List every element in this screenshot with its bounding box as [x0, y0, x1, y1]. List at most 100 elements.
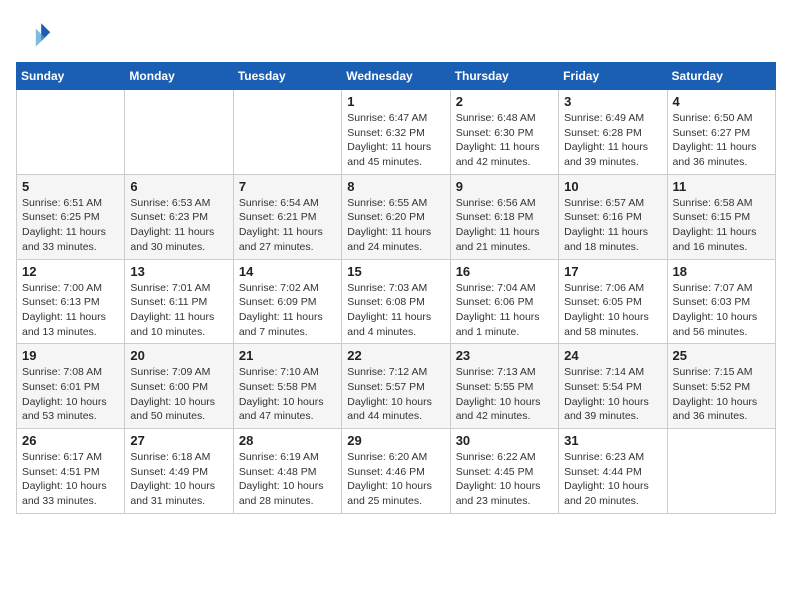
- day-info: Sunrise: 7:00 AM Sunset: 6:13 PM Dayligh…: [22, 281, 119, 340]
- day-number: 27: [130, 433, 227, 448]
- day-info: Sunrise: 6:20 AM Sunset: 4:46 PM Dayligh…: [347, 450, 444, 509]
- day-number: 15: [347, 264, 444, 279]
- day-info: Sunrise: 6:58 AM Sunset: 6:15 PM Dayligh…: [673, 196, 770, 255]
- calendar-cell: 30 Sunrise: 6:22 AM Sunset: 4:45 PM Dayli…: [450, 429, 558, 514]
- calendar-cell: [125, 90, 233, 175]
- weekday-header-sunday: Sunday: [17, 63, 125, 90]
- day-number: 9: [456, 179, 553, 194]
- day-info: Sunrise: 7:04 AM Sunset: 6:06 PM Dayligh…: [456, 281, 553, 340]
- calendar-cell: 4 Sunrise: 6:50 AM Sunset: 6:27 PM Daylig…: [667, 90, 775, 175]
- day-number: 12: [22, 264, 119, 279]
- calendar-cell: 12 Sunrise: 7:00 AM Sunset: 6:13 PM Dayli…: [17, 259, 125, 344]
- day-number: 14: [239, 264, 336, 279]
- calendar-cell: 16 Sunrise: 7:04 AM Sunset: 6:06 PM Dayli…: [450, 259, 558, 344]
- calendar-cell: [17, 90, 125, 175]
- day-number: 10: [564, 179, 661, 194]
- calendar-cell: 9 Sunrise: 6:56 AM Sunset: 6:18 PM Daylig…: [450, 174, 558, 259]
- calendar-cell: 31 Sunrise: 6:23 AM Sunset: 4:44 PM Dayli…: [559, 429, 667, 514]
- weekday-header-friday: Friday: [559, 63, 667, 90]
- calendar-cell: 20 Sunrise: 7:09 AM Sunset: 6:00 PM Dayli…: [125, 344, 233, 429]
- day-number: 17: [564, 264, 661, 279]
- calendar-cell: 2 Sunrise: 6:48 AM Sunset: 6:30 PM Daylig…: [450, 90, 558, 175]
- day-info: Sunrise: 6:51 AM Sunset: 6:25 PM Dayligh…: [22, 196, 119, 255]
- day-info: Sunrise: 7:15 AM Sunset: 5:52 PM Dayligh…: [673, 365, 770, 424]
- day-info: Sunrise: 6:48 AM Sunset: 6:30 PM Dayligh…: [456, 111, 553, 170]
- day-number: 7: [239, 179, 336, 194]
- day-number: 1: [347, 94, 444, 109]
- day-number: 20: [130, 348, 227, 363]
- calendar-cell: 6Sunrise: 6:53 AM Sunset: 6:23 PM Daylig…: [125, 174, 233, 259]
- day-info: Sunrise: 6:19 AM Sunset: 4:48 PM Dayligh…: [239, 450, 336, 509]
- day-info: Sunrise: 7:13 AM Sunset: 5:55 PM Dayligh…: [456, 365, 553, 424]
- calendar-cell: 29 Sunrise: 6:20 AM Sunset: 4:46 PM Dayli…: [342, 429, 450, 514]
- calendar-cell: [667, 429, 775, 514]
- day-number: 2: [456, 94, 553, 109]
- day-info: Sunrise: 6:50 AM Sunset: 6:27 PM Dayligh…: [673, 111, 770, 170]
- day-info: Sunrise: 7:01 AM Sunset: 6:11 PM Dayligh…: [130, 281, 227, 340]
- calendar-header: SundayMondayTuesdayWednesdayThursdayFrid…: [17, 63, 776, 90]
- calendar-cell: 14Sunrise: 7:02 AM Sunset: 6:09 PM Dayli…: [233, 259, 341, 344]
- day-number: 23: [456, 348, 553, 363]
- calendar-cell: 23 Sunrise: 7:13 AM Sunset: 5:55 PM Dayli…: [450, 344, 558, 429]
- day-info: Sunrise: 6:47 AM Sunset: 6:32 PM Dayligh…: [347, 111, 444, 170]
- day-info: Sunrise: 7:12 AM Sunset: 5:57 PM Dayligh…: [347, 365, 444, 424]
- day-number: 5: [22, 179, 119, 194]
- calendar-cell: 1 Sunrise: 6:47 AM Sunset: 6:32 PM Daylig…: [342, 90, 450, 175]
- calendar-cell: 17Sunrise: 7:06 AM Sunset: 6:05 PM Dayli…: [559, 259, 667, 344]
- day-number: 31: [564, 433, 661, 448]
- day-number: 16: [456, 264, 553, 279]
- day-info: Sunrise: 6:17 AM Sunset: 4:51 PM Dayligh…: [22, 450, 119, 509]
- day-info: Sunrise: 6:18 AM Sunset: 4:49 PM Dayligh…: [130, 450, 227, 509]
- day-number: 30: [456, 433, 553, 448]
- day-number: 19: [22, 348, 119, 363]
- calendar-cell: 27 Sunrise: 6:18 AM Sunset: 4:49 PM Dayli…: [125, 429, 233, 514]
- day-info: Sunrise: 7:03 AM Sunset: 6:08 PM Dayligh…: [347, 281, 444, 340]
- calendar-cell: 28 Sunrise: 6:19 AM Sunset: 4:48 PM Dayli…: [233, 429, 341, 514]
- day-info: Sunrise: 7:07 AM Sunset: 6:03 PM Dayligh…: [673, 281, 770, 340]
- weekday-header-tuesday: Tuesday: [233, 63, 341, 90]
- day-info: Sunrise: 6:22 AM Sunset: 4:45 PM Dayligh…: [456, 450, 553, 509]
- day-number: 24: [564, 348, 661, 363]
- day-info: Sunrise: 6:23 AM Sunset: 4:44 PM Dayligh…: [564, 450, 661, 509]
- day-number: 4: [673, 94, 770, 109]
- calendar-cell: 11 Sunrise: 6:58 AM Sunset: 6:15 PM Dayli…: [667, 174, 775, 259]
- calendar-cell: 24 Sunrise: 7:14 AM Sunset: 5:54 PM Dayli…: [559, 344, 667, 429]
- calendar-cell: 5 Sunrise: 6:51 AM Sunset: 6:25 PM Daylig…: [17, 174, 125, 259]
- calendar-cell: 10 Sunrise: 6:57 AM Sunset: 6:16 PM Dayli…: [559, 174, 667, 259]
- day-info: Sunrise: 6:54 AM Sunset: 6:21 PM Dayligh…: [239, 196, 336, 255]
- day-number: 11: [673, 179, 770, 194]
- calendar-cell: 21 Sunrise: 7:10 AM Sunset: 5:58 PM Dayli…: [233, 344, 341, 429]
- calendar-cell: 8 Sunrise: 6:55 AM Sunset: 6:20 PM Daylig…: [342, 174, 450, 259]
- logo: [16, 16, 56, 52]
- day-number: 22: [347, 348, 444, 363]
- logo-icon: [16, 16, 52, 52]
- day-info: Sunrise: 6:49 AM Sunset: 6:28 PM Dayligh…: [564, 111, 661, 170]
- calendar-cell: 13 Sunrise: 7:01 AM Sunset: 6:11 PM Dayli…: [125, 259, 233, 344]
- page-header: [16, 16, 776, 52]
- day-info: Sunrise: 7:10 AM Sunset: 5:58 PM Dayligh…: [239, 365, 336, 424]
- day-info: Sunrise: 7:14 AM Sunset: 5:54 PM Dayligh…: [564, 365, 661, 424]
- calendar-cell: 22 Sunrise: 7:12 AM Sunset: 5:57 PM Dayli…: [342, 344, 450, 429]
- weekday-header-wednesday: Wednesday: [342, 63, 450, 90]
- day-info: Sunrise: 7:08 AM Sunset: 6:01 PM Dayligh…: [22, 365, 119, 424]
- calendar-cell: 19 Sunrise: 7:08 AM Sunset: 6:01 PM Dayli…: [17, 344, 125, 429]
- day-number: 21: [239, 348, 336, 363]
- day-info: Sunrise: 6:57 AM Sunset: 6:16 PM Dayligh…: [564, 196, 661, 255]
- day-number: 29: [347, 433, 444, 448]
- day-info: Sunrise: 6:56 AM Sunset: 6:18 PM Dayligh…: [456, 196, 553, 255]
- day-number: 8: [347, 179, 444, 194]
- weekday-header-thursday: Thursday: [450, 63, 558, 90]
- day-number: 18: [673, 264, 770, 279]
- calendar-cell: 26Sunrise: 6:17 AM Sunset: 4:51 PM Dayli…: [17, 429, 125, 514]
- calendar-cell: 25 Sunrise: 7:15 AM Sunset: 5:52 PM Dayli…: [667, 344, 775, 429]
- day-info: Sunrise: 6:55 AM Sunset: 6:20 PM Dayligh…: [347, 196, 444, 255]
- day-number: 25: [673, 348, 770, 363]
- day-number: 3: [564, 94, 661, 109]
- calendar-cell: 18 Sunrise: 7:07 AM Sunset: 6:03 PM Dayli…: [667, 259, 775, 344]
- day-number: 28: [239, 433, 336, 448]
- weekday-header-monday: Monday: [125, 63, 233, 90]
- weekday-header-saturday: Saturday: [667, 63, 775, 90]
- day-number: 13: [130, 264, 227, 279]
- calendar-cell: 15 Sunrise: 7:03 AM Sunset: 6:08 PM Dayli…: [342, 259, 450, 344]
- day-info: Sunrise: 7:09 AM Sunset: 6:00 PM Dayligh…: [130, 365, 227, 424]
